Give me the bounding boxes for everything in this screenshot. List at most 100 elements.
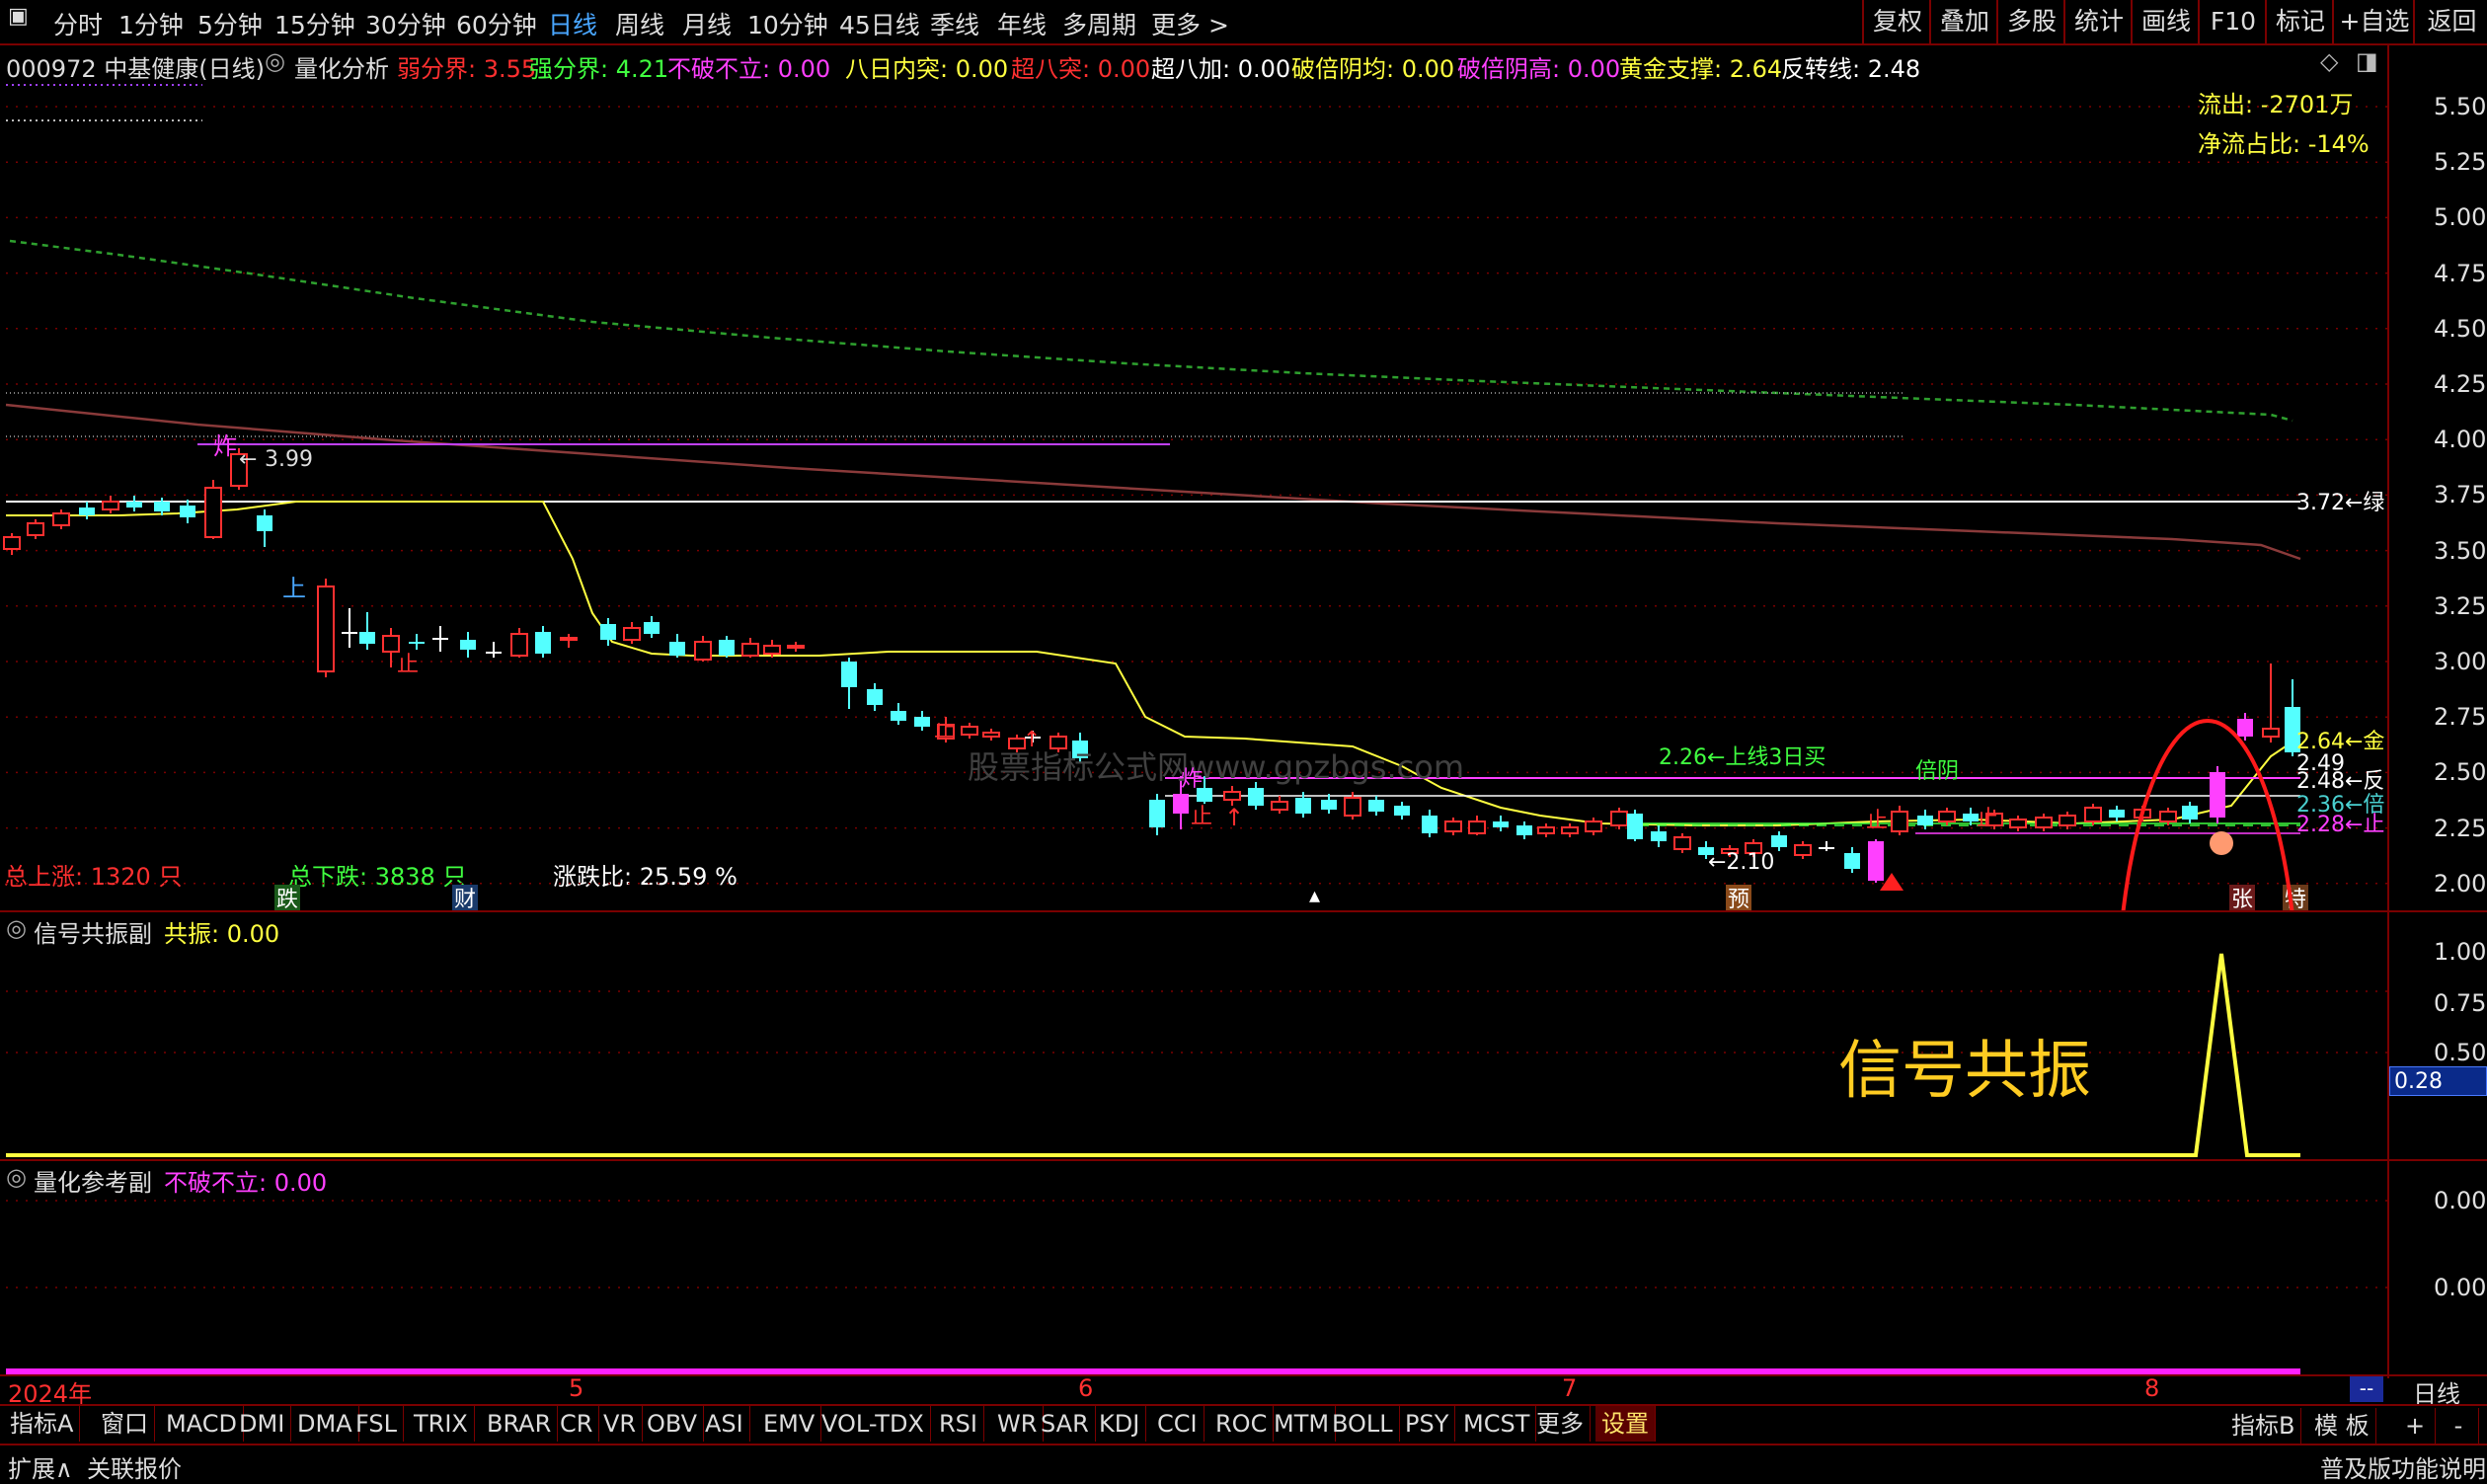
overlay-button[interactable]: 叠加: [1929, 0, 1998, 43]
multi-stock-button[interactable]: 多股: [1996, 0, 2065, 43]
ma-line-brown: [5, 403, 2301, 561]
indicator-tab-更多[interactable]: 更多: [1530, 1406, 1591, 1442]
indicator-tab-brar[interactable]: BRAR: [481, 1406, 559, 1442]
candlestick-chart[interactable]: 股票指标公式网www.gpzbgs.com 炸 ← 3.99 3.72←绿 上 …: [0, 45, 2387, 910]
zoom-in-button[interactable]: +: [2395, 1408, 2436, 1444]
candle-body: [600, 624, 616, 640]
indicator-tab-psy[interactable]: PSY: [1399, 1406, 1456, 1442]
indicator-tab-boll[interactable]: BOLL: [1326, 1406, 1400, 1442]
mark-button[interactable]: 标记: [2265, 0, 2334, 43]
zoom-out-button[interactable]: -: [2439, 1408, 2479, 1444]
candle-body: [644, 622, 660, 634]
annotation-triangle-small: ▴: [1309, 884, 1320, 908]
indicator-tab-emv[interactable]: EMV: [757, 1406, 822, 1442]
candle-body: [1271, 801, 1288, 811]
indicator-tab-vr[interactable]: VR: [597, 1406, 644, 1442]
indicator-tab-sar[interactable]: SAR: [1035, 1406, 1096, 1442]
indicator-tab-fsl[interactable]: FSL: [350, 1406, 404, 1442]
indicator-tab-窗口[interactable]: 窗口: [95, 1406, 155, 1442]
f10-button[interactable]: F10: [2198, 0, 2267, 43]
period-tab-fenshi[interactable]: 分时: [53, 6, 103, 41]
indicator-tab-asi[interactable]: ASI: [699, 1406, 750, 1442]
indicator-tab-trix[interactable]: TRIX: [408, 1406, 475, 1442]
annotation-peak-arrow: ←: [239, 447, 257, 472]
indicator-tab-macd[interactable]: MACD: [160, 1406, 244, 1442]
candle-body: [1917, 816, 1933, 825]
period-tab-yearly[interactable]: 年线: [997, 6, 1047, 41]
candle-body: [2182, 806, 2198, 820]
draw-line-button[interactable]: 画线: [2131, 0, 2200, 43]
back-button[interactable]: 返回: [2413, 0, 2487, 43]
sub1-ytick-075: 0.75: [2434, 989, 2487, 1017]
price-tick-12: 2.50: [2434, 758, 2487, 787]
annotation-248: 2.48←反: [2296, 769, 2384, 794]
price-tick-1: 5.25: [2434, 148, 2487, 177]
annotation-peak: 3.99: [265, 447, 313, 472]
candle-body: [79, 508, 95, 515]
candle-body: [3, 536, 21, 550]
restore-rights-button[interactable]: 复权: [1862, 0, 1931, 43]
indicator-tab-指标a[interactable]: 指标A: [4, 1406, 81, 1442]
candle-body: [2109, 810, 2125, 818]
candle-body: [1468, 820, 1486, 834]
annotation-up-arrow-2: ↑: [1224, 804, 1244, 831]
indicator-tab-mcst[interactable]: MCST: [1457, 1406, 1537, 1442]
indicator-tab-cr[interactable]: CR: [554, 1406, 600, 1442]
statistics-button[interactable]: 统计: [2063, 0, 2133, 43]
candle-body: [1223, 791, 1241, 801]
indicator-tab-obv[interactable]: OBV: [641, 1406, 705, 1442]
indicator-tab-dmi[interactable]: DMI: [233, 1406, 292, 1442]
marker-cai: 财: [454, 888, 476, 910]
candle-body: [1321, 800, 1337, 810]
candle-body: [432, 638, 448, 640]
candle-body: [180, 506, 195, 517]
price-tick-4: 4.50: [2434, 314, 2487, 343]
price-tick-9: 3.25: [2434, 591, 2487, 620]
period-tab-monthly[interactable]: 月线: [682, 6, 732, 41]
period-tab-45day[interactable]: 45日线: [839, 6, 920, 41]
period-tab-10min[interactable]: 10分钟: [747, 6, 828, 41]
annotation-zha: 炸: [213, 432, 237, 460]
annotation-low: ←2.10: [1708, 850, 1774, 875]
period-tab-15min[interactable]: 15分钟: [274, 6, 355, 41]
period-tab-daily[interactable]: 日线: [548, 6, 597, 41]
candle-body: [1394, 806, 1410, 816]
period-tab-quarterly[interactable]: 季线: [930, 6, 979, 41]
period-tab-multi[interactable]: 多周期: [1062, 6, 1136, 41]
period-tab-5min[interactable]: 5分钟: [197, 6, 263, 41]
date-month-6: 6: [1078, 1374, 1094, 1402]
candle-body: [27, 522, 44, 536]
period-tab-1min[interactable]: 1分钟: [118, 6, 184, 41]
indicator-b-button[interactable]: 指标B: [2225, 1408, 2302, 1444]
expand-button[interactable]: 扩展∧: [8, 1449, 73, 1484]
date-axis-more[interactable]: --: [2350, 1376, 2383, 1402]
quant-ref-chart[interactable]: [0, 1161, 2387, 1374]
indicator-tab-vol-tdx[interactable]: VOL-TDX: [816, 1406, 931, 1442]
annotation-zhi-1: 止: [397, 653, 419, 677]
candle-body: [741, 643, 759, 657]
indicator-tab-cci[interactable]: CCI: [1151, 1406, 1205, 1442]
period-tab-30min[interactable]: 30分钟: [365, 6, 446, 41]
add-watchlist-button[interactable]: +自选: [2332, 0, 2415, 43]
menu-icon[interactable]: ▣: [8, 4, 29, 29]
signal-dot-icon: [2210, 831, 2233, 855]
indicator-tab-设置[interactable]: 设置: [1595, 1406, 1656, 1442]
candle-body: [982, 732, 1000, 738]
period-tab-60min[interactable]: 60分钟: [456, 6, 537, 41]
related-quotes-button[interactable]: 关联报价: [87, 1449, 182, 1484]
help-link[interactable]: 普及版功能说明: [2320, 1449, 2486, 1484]
period-tab-more[interactable]: 更多 >: [1151, 6, 1229, 41]
candle-body: [2237, 719, 2253, 737]
indicator-tab-rsi[interactable]: RSI: [933, 1406, 984, 1442]
candle-body: [1295, 798, 1311, 814]
candle-body: [2035, 817, 2053, 828]
period-tab-weekly[interactable]: 周线: [615, 6, 664, 41]
template-button[interactable]: 模 板: [2308, 1408, 2376, 1444]
price-tick-2: 5.00: [2434, 203, 2487, 232]
indicator-tab-kdj[interactable]: KDJ: [1093, 1406, 1147, 1442]
candle-body: [2084, 807, 2102, 822]
candle-body: [382, 635, 400, 653]
resonance-chart[interactable]: 信号共振: [0, 912, 2387, 1159]
indicator-tab-roc[interactable]: ROC: [1209, 1406, 1275, 1442]
candle-body: [317, 586, 335, 672]
